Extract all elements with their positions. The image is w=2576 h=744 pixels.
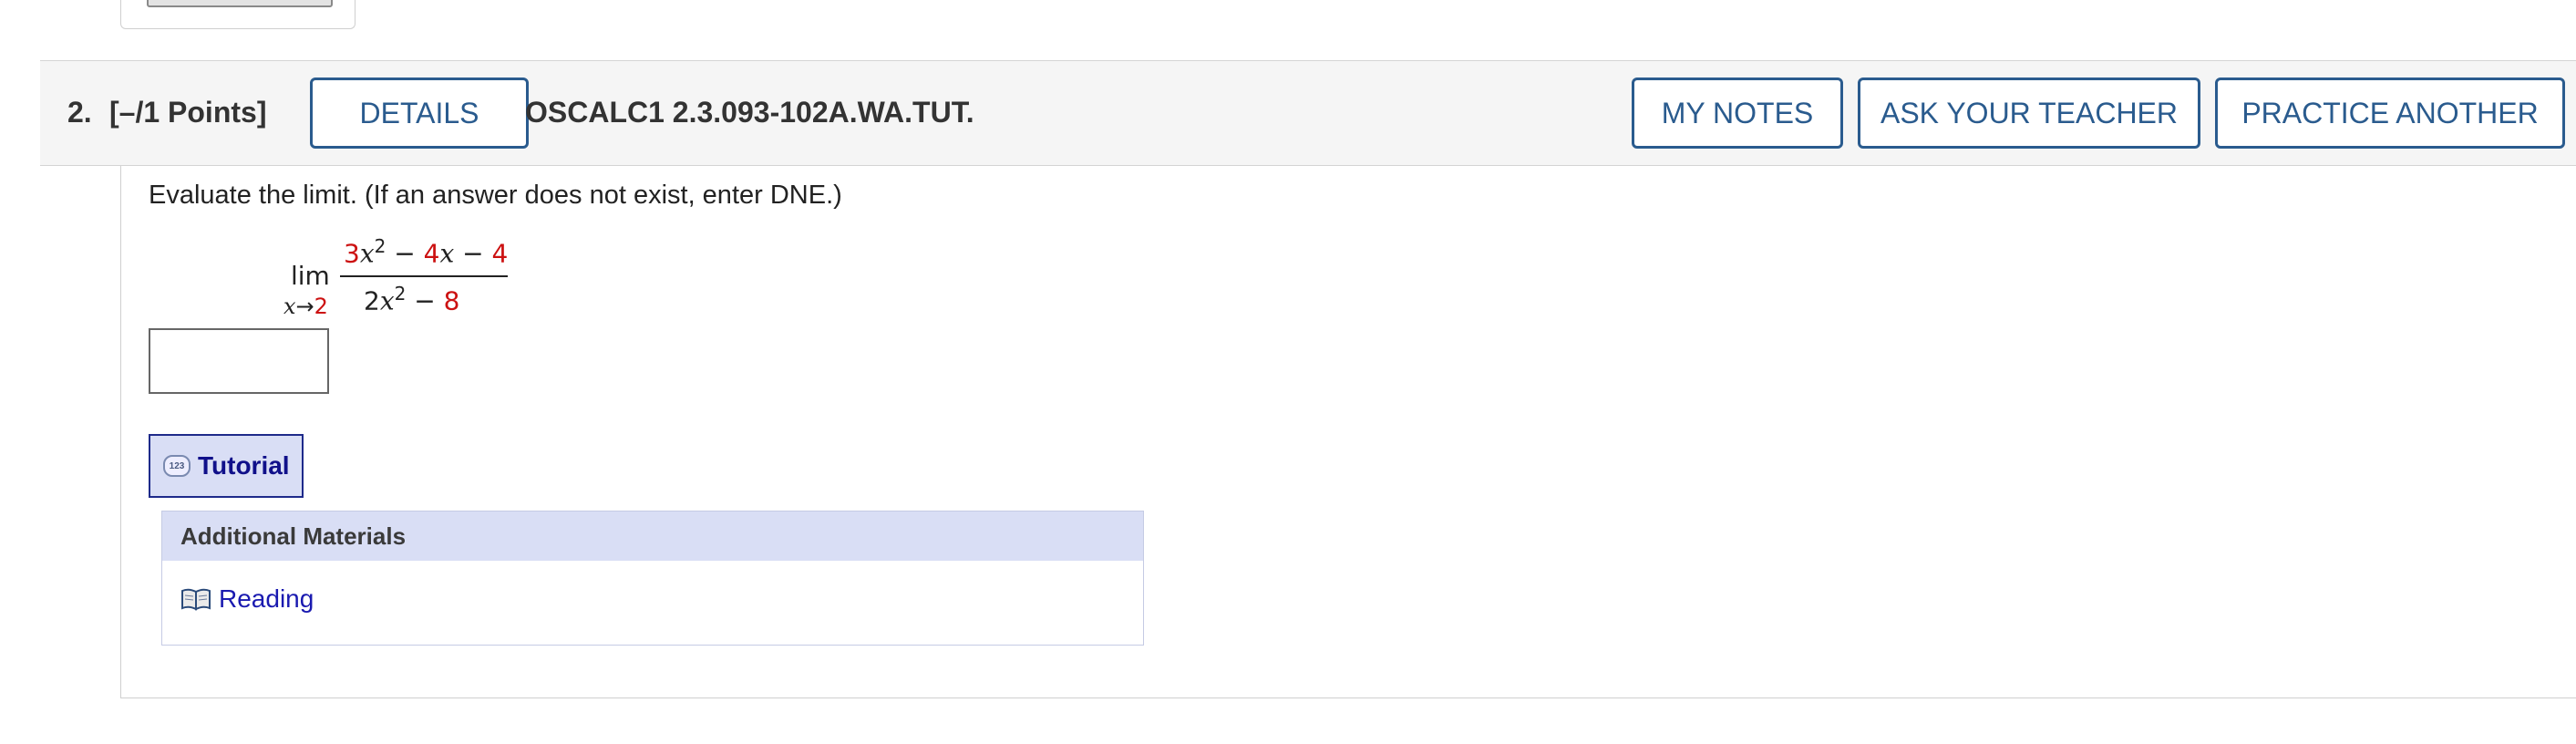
question-points: [–/1 Points]: [109, 96, 267, 129]
additional-materials-title: Additional Materials: [162, 512, 1143, 561]
practice-another-button[interactable]: PRACTICE ANOTHER: [2215, 78, 2565, 149]
lim-label: lim: [291, 261, 330, 291]
question-number: 2.: [67, 96, 92, 129]
fraction-numerator: 3x2 − 4x − 4: [344, 235, 509, 269]
reading-link[interactable]: Reading: [180, 584, 314, 614]
tutorial-icon: 123: [163, 455, 191, 477]
book-icon: [181, 588, 211, 611]
question-prompt: Evaluate the limit. (If an answer does n…: [149, 181, 842, 210]
previous-question-panel: Submit Answer: [120, 0, 355, 29]
fraction-denominator: 2x2 − 8: [364, 283, 460, 316]
fraction-bar: [340, 275, 508, 277]
question-body: Evaluate the limit. (If an answer does n…: [120, 166, 2576, 698]
submit-answer-button[interactable]: Submit Answer: [147, 0, 333, 7]
answer-input[interactable]: [149, 328, 329, 394]
tutorial-button[interactable]: 123 Tutorial: [149, 434, 304, 498]
question-header: 2. [–/1 Points] DETAILS OSCALC1 2.3.093-…: [40, 60, 2576, 166]
ask-your-teacher-button[interactable]: ASK YOUR TEACHER: [1858, 78, 2200, 149]
page: Submit Answer 2. [–/1 Points] DETAILS OS…: [0, 0, 2576, 744]
my-notes-button[interactable]: MY NOTES: [1632, 78, 1843, 149]
question-code: OSCALC1 2.3.093-102A.WA.TUT.: [525, 96, 974, 129]
limit-expression: lim x→2 3x2 − 4x − 4 2x2 − 8: [283, 235, 674, 336]
reading-label: Reading: [219, 584, 314, 613]
details-button[interactable]: DETAILS: [310, 78, 529, 149]
tutorial-label: Tutorial: [198, 451, 290, 480]
additional-materials-panel: Additional Materials Reading: [161, 511, 1144, 646]
lim-subscript: x→2: [283, 294, 328, 319]
